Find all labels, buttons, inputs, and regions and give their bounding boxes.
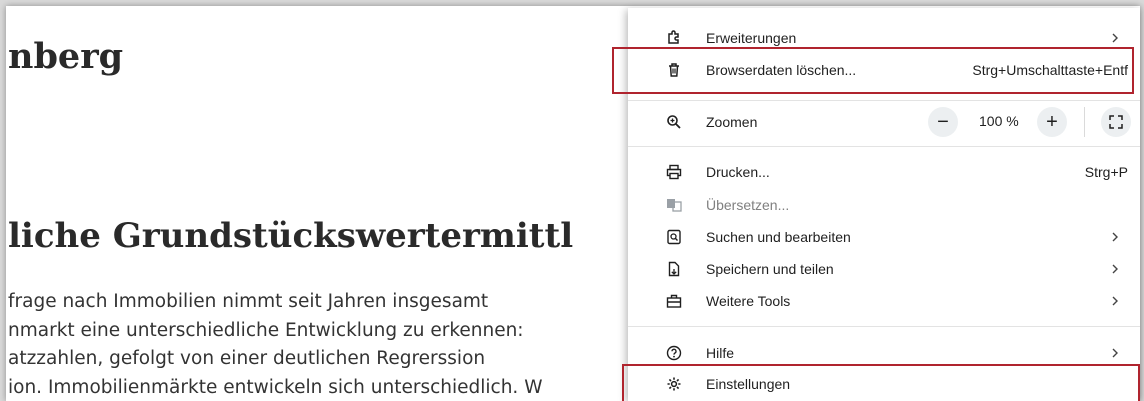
menu-item-more-tools[interactable]: Weitere Tools [628, 286, 1140, 316]
menu-item-label: Suchen und bearbeiten [706, 229, 851, 245]
menu-item-label: Drucken... [706, 164, 770, 180]
paragraph-line: nmarkt eine unterschiedliche Entwicklung… [8, 319, 524, 341]
menu-item-save-share[interactable]: Speichern und teilen [628, 254, 1140, 284]
fullscreen-button[interactable] [1101, 107, 1131, 137]
highlight-box [622, 364, 1140, 401]
menu-separator [628, 326, 1140, 327]
zoom-out-button[interactable]: − [928, 107, 958, 137]
menu-item-label: Zoomen [706, 114, 758, 130]
find-icon [665, 228, 683, 246]
section-heading: liche Grundstückswertermittl [8, 216, 574, 256]
printer-icon [665, 163, 683, 181]
highlight-box [612, 47, 1134, 94]
puzzle-icon [665, 29, 683, 47]
chevron-right-icon [1112, 232, 1118, 242]
menu-item-find-edit[interactable]: Suchen und bearbeiten [628, 222, 1140, 252]
save-share-icon [665, 260, 683, 278]
menu-item-label: Übersetzen... [706, 197, 790, 213]
chevron-right-icon [1112, 296, 1118, 306]
browser-menu: Erweiterungen Browserdaten löschen... St… [612, 8, 1140, 401]
chevron-right-icon [1112, 33, 1118, 43]
page-title: nberg [8, 36, 124, 77]
menu-item-label: Speichern und teilen [706, 261, 834, 277]
menu-item-translate: Übersetzen... [628, 190, 1140, 220]
toolbox-icon [665, 292, 683, 310]
zoom-divider [1084, 107, 1085, 137]
paragraph-line: ion. Immobilienmärkte entwickeln sich un… [8, 376, 543, 398]
paragraph-line: atzzahlen, gefolgt von einer deutlichen … [8, 348, 486, 369]
fullscreen-icon [1109, 115, 1123, 129]
menu-separator [628, 100, 1140, 101]
help-icon [665, 344, 683, 362]
paragraph-line: frage nach Immobilien nimmt seit Jahren … [8, 291, 489, 312]
zoom-icon [665, 113, 683, 131]
menu-item-label: Weitere Tools [706, 293, 791, 309]
menu-separator [628, 146, 1140, 147]
menu-item-label: Erweiterungen [706, 30, 797, 46]
menu-item-label: Hilfe [706, 345, 735, 361]
chevron-right-icon [1112, 348, 1118, 358]
zoom-level: 100 % [979, 113, 1019, 129]
chevron-right-icon [1112, 264, 1118, 274]
zoom-in-button[interactable]: + [1037, 107, 1067, 137]
article-paragraph: frage nach Immobilien nimmt seit Jahren … [8, 288, 688, 401]
keyboard-shortcut: Strg+P [1084, 164, 1128, 180]
menu-item-print[interactable]: Drucken... Strg+P [628, 157, 1140, 187]
translate-icon [665, 196, 683, 214]
